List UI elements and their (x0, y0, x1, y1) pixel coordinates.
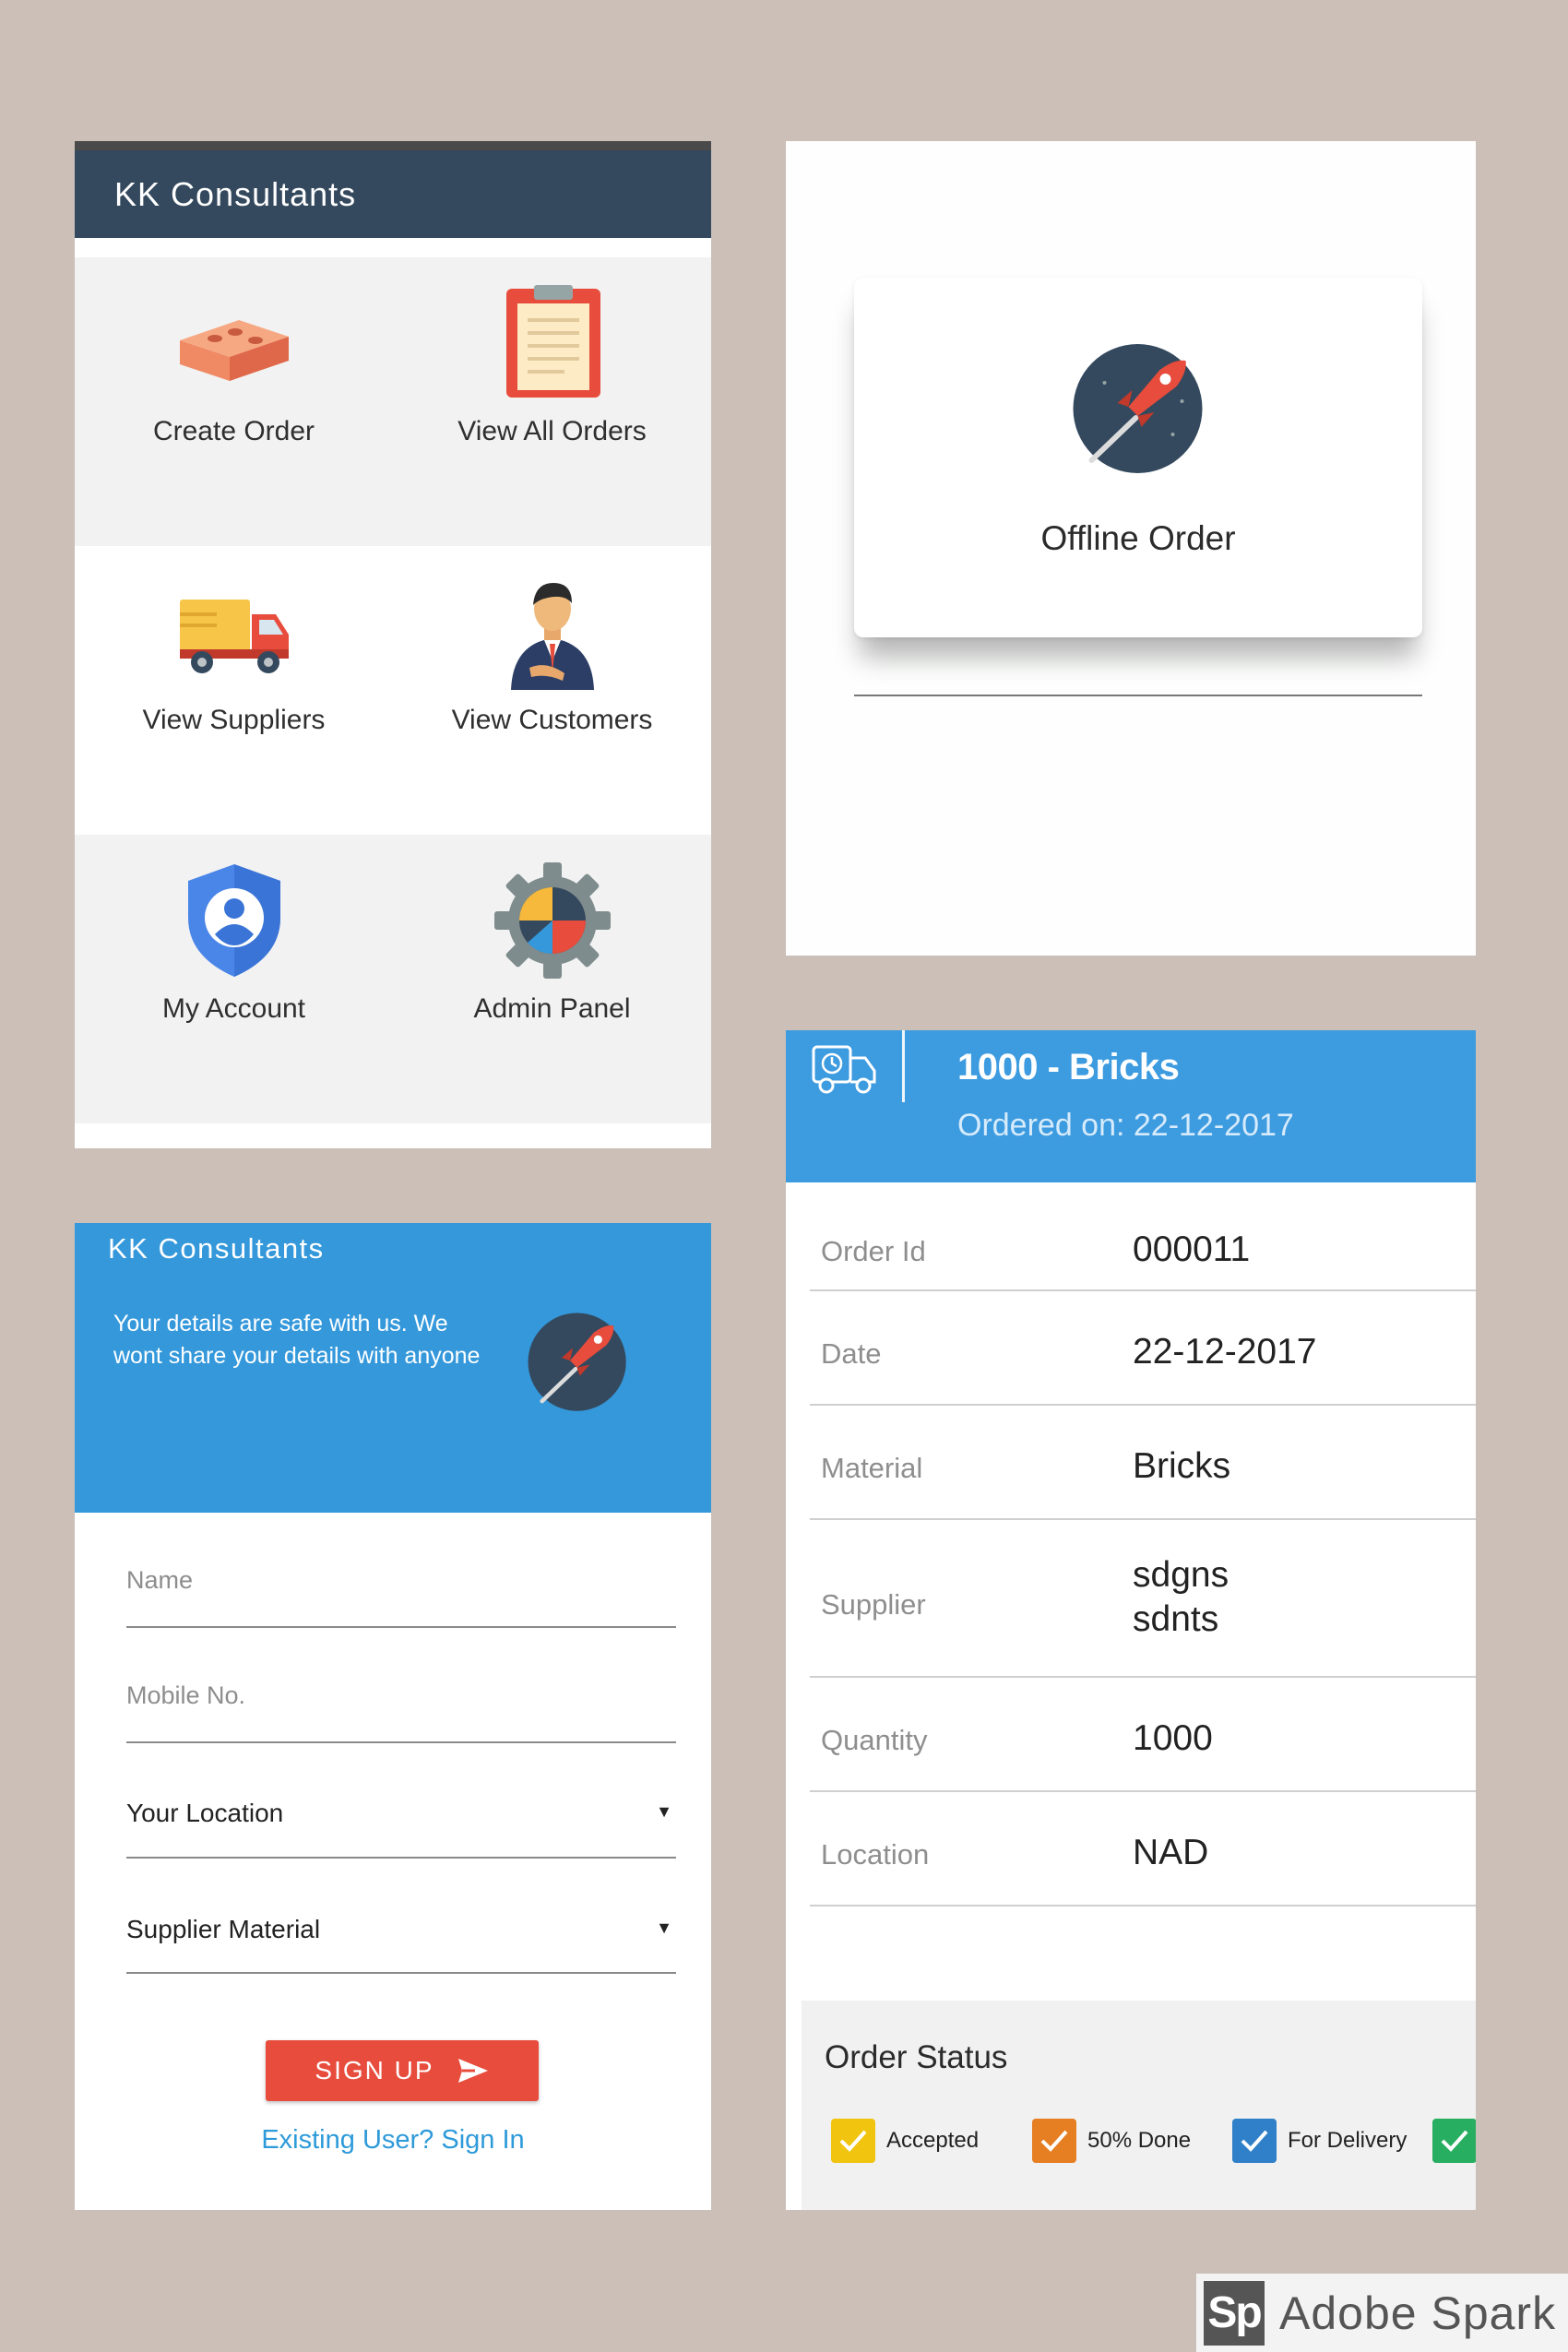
status-label: For Delivery (1288, 2128, 1408, 2153)
status-for-delivery[interactable]: For Delivery (1232, 2119, 1407, 2163)
order-header: 1000 - Bricks Ordered on: 22-12-2017 (786, 1030, 1476, 1182)
location-select-value: Your Location (126, 1799, 284, 1827)
detail-value: 000011 (1133, 1229, 1251, 1269)
clipboard-icon (505, 285, 600, 398)
detail-row-location: Location NAD (810, 1792, 1476, 1907)
app-title: KK Consultants (108, 1232, 325, 1265)
tile-label: My Account (161, 993, 306, 1024)
tile-label: View Customers (451, 705, 653, 735)
header-separator (902, 1030, 905, 1102)
rocket-icon (1073, 344, 1203, 473)
checkbox-checked-icon (1032, 2119, 1076, 2163)
location-underline (126, 1857, 676, 1859)
order-title: 1000 - Bricks (957, 1047, 1180, 1087)
material-select[interactable]: Supplier Material ▼ (126, 1915, 676, 1944)
signup-screen: KK Consultants Your details are safe wit… (75, 1223, 711, 2210)
mobile-field[interactable]: Mobile No. (126, 1681, 245, 1710)
account-shield-icon (187, 864, 280, 977)
tile-view-all-orders[interactable]: View All Orders (393, 257, 711, 546)
order-date: Ordered on: 22-12-2017 (957, 1108, 1294, 1143)
signup-header: KK Consultants Your details are safe wit… (75, 1223, 711, 1513)
detail-value: sdgns sdnts (1133, 1555, 1229, 1639)
privacy-message: Your details are safe with us. We wont s… (113, 1311, 481, 1369)
detail-row-material: Material Bricks (810, 1406, 1476, 1520)
detail-label: Supplier (821, 1588, 926, 1621)
adobe-spark-watermark: Sp Adobe Spark (1196, 2274, 1568, 2352)
location-select[interactable]: Your Location ▼ (126, 1799, 676, 1828)
dashboard-screen: KK Consultants Create Order View All Ord… (75, 141, 711, 1148)
material-select-value: Supplier Material (126, 1915, 321, 1943)
order-details-screen: 1000 - Bricks Ordered on: 22-12-2017 Ord… (786, 1030, 1476, 2210)
tile-label: View All Orders (457, 416, 647, 446)
app-title: KK Consultants (114, 174, 357, 213)
tile-admin-panel[interactable]: Admin Panel (393, 835, 711, 1123)
delivery-truck-clock-icon (812, 1045, 876, 1094)
dropdown-arrow-icon: ▼ (656, 1918, 672, 1937)
offline-order-label: Offline Order (1040, 519, 1236, 557)
detail-label: Order Id (821, 1235, 926, 1267)
tile-label: Create Order (152, 416, 315, 446)
businessman-icon (510, 583, 594, 690)
detail-row-supplier: Supplier sdgns sdnts (810, 1520, 1476, 1678)
checkbox-checked-icon (1232, 2119, 1277, 2163)
status-50-done[interactable]: 50% Done (1032, 2119, 1191, 2163)
tile-view-suppliers[interactable]: View Suppliers (75, 546, 393, 835)
detail-row-date: Date 22-12-2017 (810, 1291, 1476, 1406)
tile-view-customers[interactable]: View Customers (393, 546, 711, 835)
truck-icon (179, 600, 289, 673)
status-accepted[interactable]: Accepted (831, 2119, 979, 2163)
checkbox-checked-icon (1432, 2119, 1476, 2163)
detail-label: Material (821, 1452, 923, 1484)
material-underline (126, 1972, 676, 1974)
detail-label: Date (821, 1337, 882, 1370)
offline-order-card[interactable]: Offline Order (854, 278, 1422, 637)
status-strip (75, 141, 711, 150)
status-label: 50% Done (1087, 2128, 1192, 2153)
detail-value: 22-12-2017 (1133, 1332, 1317, 1372)
detail-value: Bricks (1133, 1446, 1231, 1486)
detail-label: Location (821, 1838, 930, 1871)
detail-row-order-id: Order Id 000011 (810, 1187, 1476, 1291)
detail-value: NAD (1133, 1833, 1209, 1872)
spark-logo: Sp (1204, 2280, 1265, 2346)
brick-icon (179, 320, 289, 381)
name-field-underline (126, 1626, 676, 1628)
order-status-title: Order Status (825, 2039, 1008, 2075)
rocket-icon (528, 1313, 626, 1411)
dropdown-arrow-icon: ▼ (656, 1802, 672, 1821)
status-label: Accepted (886, 2128, 980, 2153)
signin-link[interactable]: Existing User? Sign In (75, 2125, 711, 2156)
signup-button[interactable]: SIGN UP (266, 2040, 539, 2101)
name-field[interactable]: Name (126, 1566, 193, 1595)
watermark-text: Adobe Spark (1279, 2287, 1557, 2339)
divider (854, 695, 1422, 696)
tile-my-account[interactable]: My Account (75, 835, 393, 1123)
order-status-section: Order Status Accepted 50% Done For Deliv… (802, 2001, 1476, 2210)
gear-chart-icon (493, 862, 611, 979)
tile-label: View Suppliers (142, 705, 326, 735)
mobile-field-underline (126, 1741, 676, 1743)
detail-label: Quantity (821, 1724, 928, 1756)
status-delivered[interactable] (1432, 2119, 1476, 2163)
detail-value: 1000 (1133, 1718, 1213, 1758)
send-icon (457, 2059, 488, 2083)
detail-row-quantity: Quantity 1000 (810, 1678, 1476, 1792)
tile-label: Admin Panel (473, 993, 631, 1024)
signup-button-label: SIGN UP (315, 2056, 434, 2085)
app-bar: KK Consultants (75, 150, 711, 238)
offline-order-screen: Offline Order (786, 141, 1476, 956)
tile-create-order[interactable]: Create Order (75, 257, 393, 546)
checkbox-checked-icon (831, 2119, 875, 2163)
